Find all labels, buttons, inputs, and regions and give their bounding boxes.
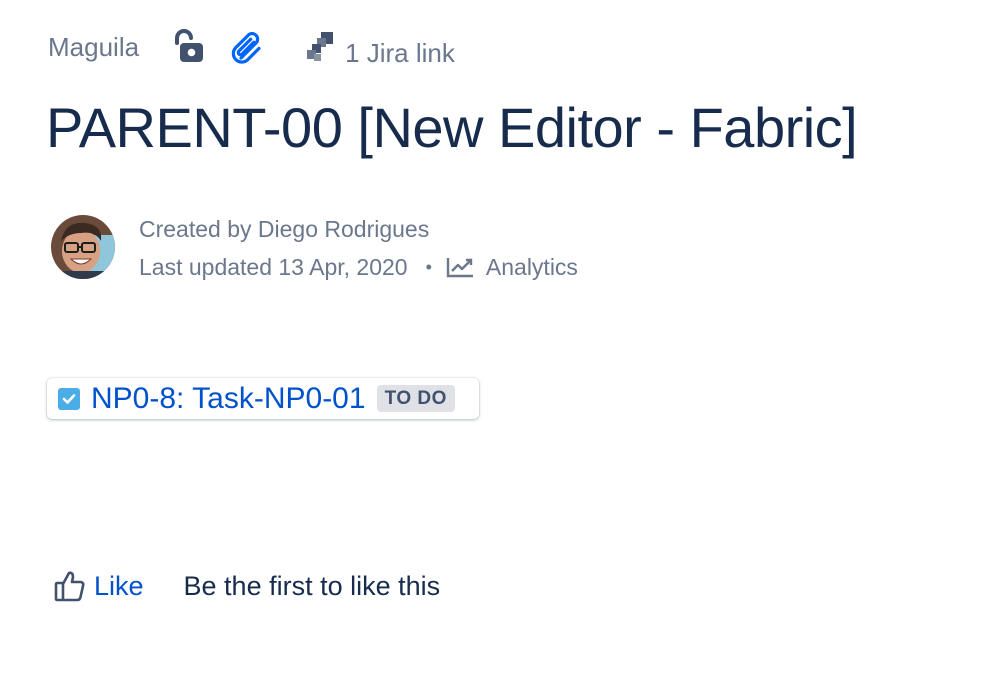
jira-links-button[interactable]: 1 Jira link — [303, 29, 455, 68]
like-label: Like — [94, 570, 144, 601]
like-message: Be the first to like this — [183, 570, 441, 601]
paperclip-icon — [231, 32, 261, 64]
thumbs-up-icon — [52, 568, 88, 604]
updated-line: Last updated 13 Apr, 2020 • Analytics — [139, 249, 578, 285]
attachments-button[interactable] — [229, 27, 265, 67]
created-by-text[interactable]: Created by Diego Rodrigues — [139, 216, 429, 243]
issue-key-link[interactable]: NP0-8: Task-NP0-01 — [91, 382, 366, 416]
page-byline: Created by Diego Rodrigues Last updated … — [139, 211, 578, 285]
like-button[interactable]: Like — [52, 568, 144, 604]
like-section: Like Be the first to like this — [52, 566, 440, 606]
jira-icon — [303, 29, 339, 65]
trend-chart-icon — [446, 255, 476, 279]
page-title: PARENT-00 [New Editor - Fabric] — [46, 96, 858, 159]
jira-issue-card[interactable]: NP0-8: Task-NP0-01 TO DO — [47, 378, 479, 419]
analytics-link[interactable]: Analytics — [446, 254, 578, 281]
author-avatar[interactable] — [51, 215, 115, 279]
last-updated-text[interactable]: Last updated 13 Apr, 2020 — [139, 254, 408, 281]
issue-status-lozenge: TO DO — [376, 385, 455, 412]
page-meta-bar: Maguila 1 Jira link — [48, 22, 455, 72]
created-by-line: Created by Diego Rodrigues — [139, 211, 578, 247]
avatar-photo — [51, 215, 115, 279]
task-checkbox-icon — [58, 387, 80, 410]
restrictions-button[interactable] — [171, 27, 205, 67]
jira-link-count: 1 Jira link — [345, 37, 455, 68]
unlock-icon — [175, 29, 204, 62]
analytics-label: Analytics — [485, 253, 578, 280]
byline-separator: • — [425, 256, 432, 277]
space-name-link[interactable]: Maguila — [48, 34, 139, 60]
